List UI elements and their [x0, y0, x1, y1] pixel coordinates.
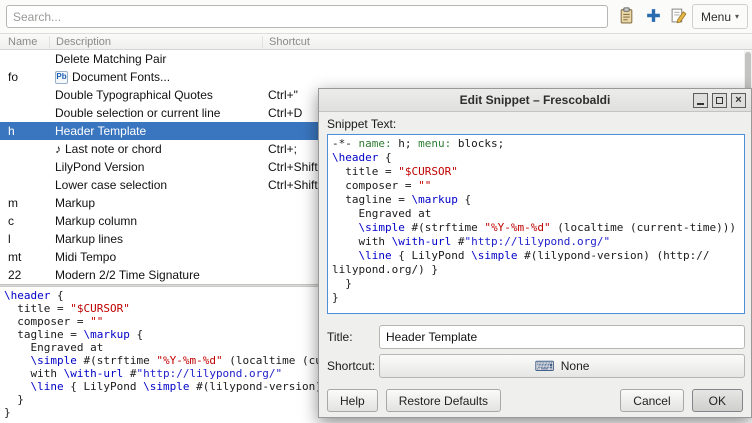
fonts-icon: Pb — [55, 71, 68, 84]
title-input[interactable] — [379, 325, 745, 349]
snippet-row[interactable]: Delete Matching Pair — [0, 50, 744, 68]
shortcut-value: None — [561, 359, 590, 373]
search-input[interactable] — [6, 5, 608, 28]
note-icon: ♪ — [55, 140, 61, 158]
close-icon: × — [735, 95, 741, 106]
dialog-button-row: Help Restore Defaults Cancel OK — [319, 389, 751, 414]
snippet-description: Lower case selection — [55, 176, 167, 194]
snippet-description: Midi Tempo — [55, 248, 116, 266]
column-header-description[interactable]: Description — [49, 36, 111, 48]
menu-button[interactable]: Menu ▾ — [692, 4, 748, 29]
snippet-text-label: Snippet Text: — [327, 117, 396, 131]
snippet-description: LilyPond Version — [55, 158, 144, 176]
menu-button-label: Menu — [701, 10, 731, 24]
clipboard-button[interactable] — [615, 6, 637, 28]
shortcut-label: Shortcut: — [327, 359, 375, 373]
snippet-toolbar: Menu ▾ — [0, 0, 752, 33]
column-header-shortcut[interactable]: Shortcut — [262, 36, 310, 48]
snippet-shortcut: Ctrl+Shift — [268, 176, 318, 194]
add-icon — [645, 7, 662, 27]
shortcut-button[interactable]: ⌨ None — [379, 354, 745, 378]
snippet-code-editor[interactable]: -*- name: h; menu: blocks;\header { titl… — [327, 134, 745, 314]
restore-defaults-button[interactable]: Restore Defaults — [386, 389, 501, 412]
snippet-row[interactable]: fo PbDocument Fonts... — [0, 68, 744, 86]
snippet-description: Markup column — [55, 212, 137, 230]
column-header-name[interactable]: Name — [8, 36, 37, 48]
chevron-down-icon: ▾ — [735, 12, 739, 21]
snippet-name: l — [8, 230, 11, 248]
close-button[interactable]: × — [731, 93, 746, 108]
minimize-icon — [697, 103, 704, 105]
snippet-name: h — [8, 122, 15, 140]
clipboard-icon — [618, 7, 635, 27]
cancel-button[interactable]: Cancel — [620, 389, 683, 412]
add-snippet-button[interactable] — [642, 6, 664, 28]
snippet-description: Header Template — [55, 122, 146, 140]
snippet-description: Modern 2/2 Time Signature — [55, 266, 200, 284]
snippet-shortcut: Ctrl+Shift — [268, 158, 318, 176]
snippet-name: 22 — [8, 266, 21, 284]
snippet-name: mt — [8, 248, 21, 266]
maximize-icon — [716, 97, 723, 104]
ok-button[interactable]: OK — [692, 389, 743, 412]
dialog-title: Edit Snippet – Frescobaldi — [460, 93, 611, 107]
help-button[interactable]: Help — [327, 389, 378, 412]
maximize-button[interactable] — [712, 93, 727, 108]
snippet-description: PbDocument Fonts... — [55, 68, 170, 86]
snippet-description: Markup — [55, 194, 95, 212]
snippet-description: Markup lines — [55, 230, 123, 248]
snippet-shortcut: Ctrl+; — [268, 140, 297, 158]
keyboard-icon: ⌨ — [535, 359, 555, 373]
edit-snippet-button[interactable] — [667, 6, 689, 28]
snippet-shortcut: Ctrl+D — [268, 104, 302, 122]
snippet-description: ♪Last note or chord — [55, 140, 162, 158]
snippet-name: c — [8, 212, 14, 230]
snippet-shortcut: Ctrl+" — [268, 86, 298, 104]
edit-snippet-dialog: Edit Snippet – Frescobaldi × Snippet Tex… — [318, 88, 752, 418]
snippet-description: Double selection or current line — [55, 104, 220, 122]
snippet-description: Delete Matching Pair — [55, 50, 166, 68]
snippet-description: Double Typographical Quotes — [55, 86, 213, 104]
list-header: Name Description Shortcut — [0, 33, 752, 50]
snippet-name: fo — [8, 68, 18, 86]
minimize-button[interactable] — [693, 93, 708, 108]
title-label: Title: — [327, 330, 353, 344]
edit-icon — [670, 7, 687, 27]
snippet-name: m — [8, 194, 18, 212]
dialog-titlebar[interactable]: Edit Snippet – Frescobaldi × — [319, 89, 751, 112]
